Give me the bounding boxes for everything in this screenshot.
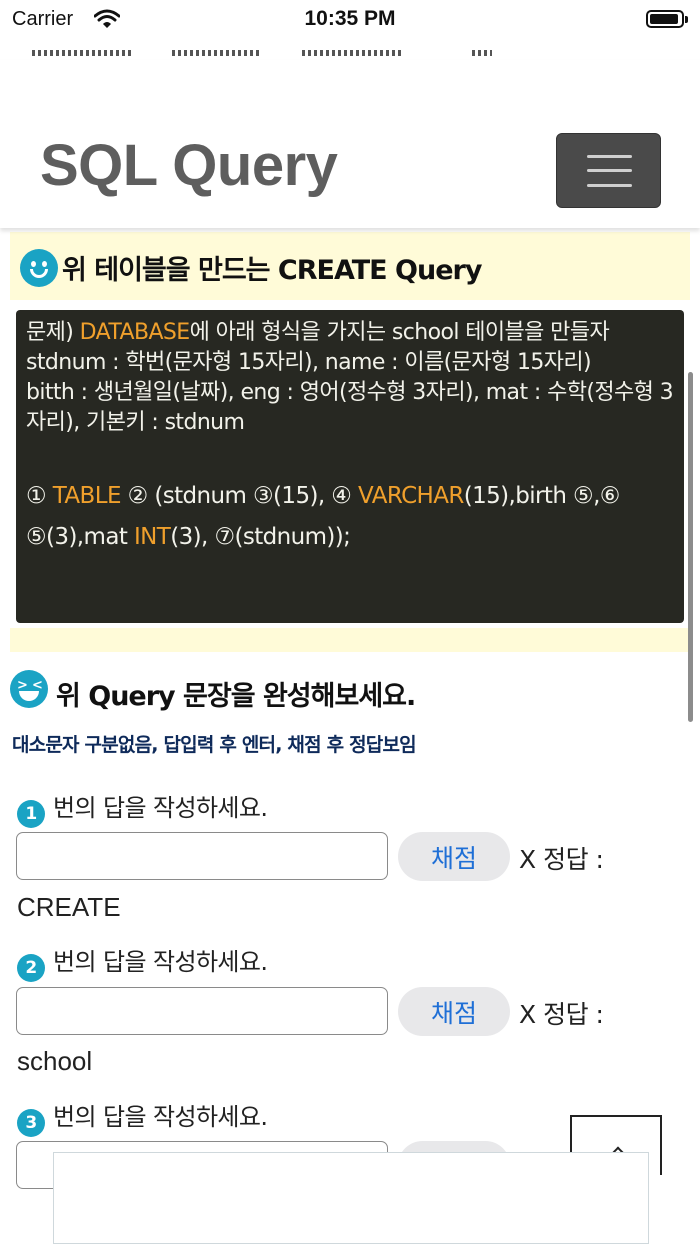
scrollbar[interactable]: [688, 372, 693, 722]
problem-statement: 문제) DATABASE에 아래 형식을 가지는 school 테이블을 만들자: [26, 320, 610, 345]
ad-banner[interactable]: [53, 1152, 649, 1244]
quiz-section-title: 위 Query 문장을 완성해보세요.: [56, 681, 416, 712]
problem-section-title: 위 테이블을 만드는 CREATE Query: [62, 255, 482, 286]
result-text-2: X 정답 :: [519, 1000, 604, 1029]
schema-line-1: stdnum : 학번(문자형 15자리), name : 이름(문자형 15자…: [26, 350, 592, 375]
laughing-face-icon: > <: [10, 670, 48, 708]
problem-section-header: 위 테이블을 만드는 CREATE Query: [10, 232, 690, 300]
hamburger-menu-icon: [587, 155, 632, 158]
question-2-label: 2 번의 답을 작성하세요.: [17, 942, 268, 982]
problem-code-box: 문제) DATABASE에 아래 형식을 가지는 school 테이블을 만들자…: [16, 310, 684, 623]
result-text-1: X 정답 :: [519, 845, 604, 874]
grade-button-1[interactable]: 채점: [398, 832, 510, 881]
navbar: SQL Query: [0, 60, 700, 228]
question-1-label: 1 번의 답을 작성하세요.: [17, 788, 268, 828]
question-number-badge: 3: [17, 1109, 45, 1137]
brand-title[interactable]: SQL Query: [40, 132, 338, 199]
menu-toggle-button[interactable]: [556, 133, 661, 208]
question-number-badge: 2: [17, 954, 45, 982]
status-bar: Carrier 10:35 PM: [0, 0, 700, 40]
schema-line-2: bitth : 생년월일(날짜), eng : 영어(정수형 3자리), mat…: [26, 380, 674, 435]
question-3-label: 3 번의 답을 작성하세요.: [17, 1097, 268, 1137]
question-number-badge: 1: [17, 800, 45, 828]
clock: 10:35 PM: [304, 7, 396, 30]
clipped-page-text: [32, 44, 502, 60]
answer-input-2[interactable]: [16, 987, 388, 1035]
battery-icon: [646, 10, 688, 28]
correct-answer-1: CREATE: [17, 892, 121, 922]
incomplete-query: ① TABLE ② (stdnum ③(15), ④ VARCHAR(15),b…: [26, 483, 620, 550]
section-divider: [10, 628, 690, 652]
correct-answer-2: school: [17, 1046, 93, 1076]
hamburger-menu-icon: [587, 169, 632, 172]
grade-button-2[interactable]: 채점: [398, 987, 510, 1036]
hamburger-menu-icon: [587, 184, 632, 187]
smiley-face-icon: [20, 249, 58, 287]
quiz-notice: 대소문자 구분없음, 답입력 후 엔터, 채점 후 정답보임: [12, 734, 417, 756]
answer-input-1[interactable]: [16, 832, 388, 880]
